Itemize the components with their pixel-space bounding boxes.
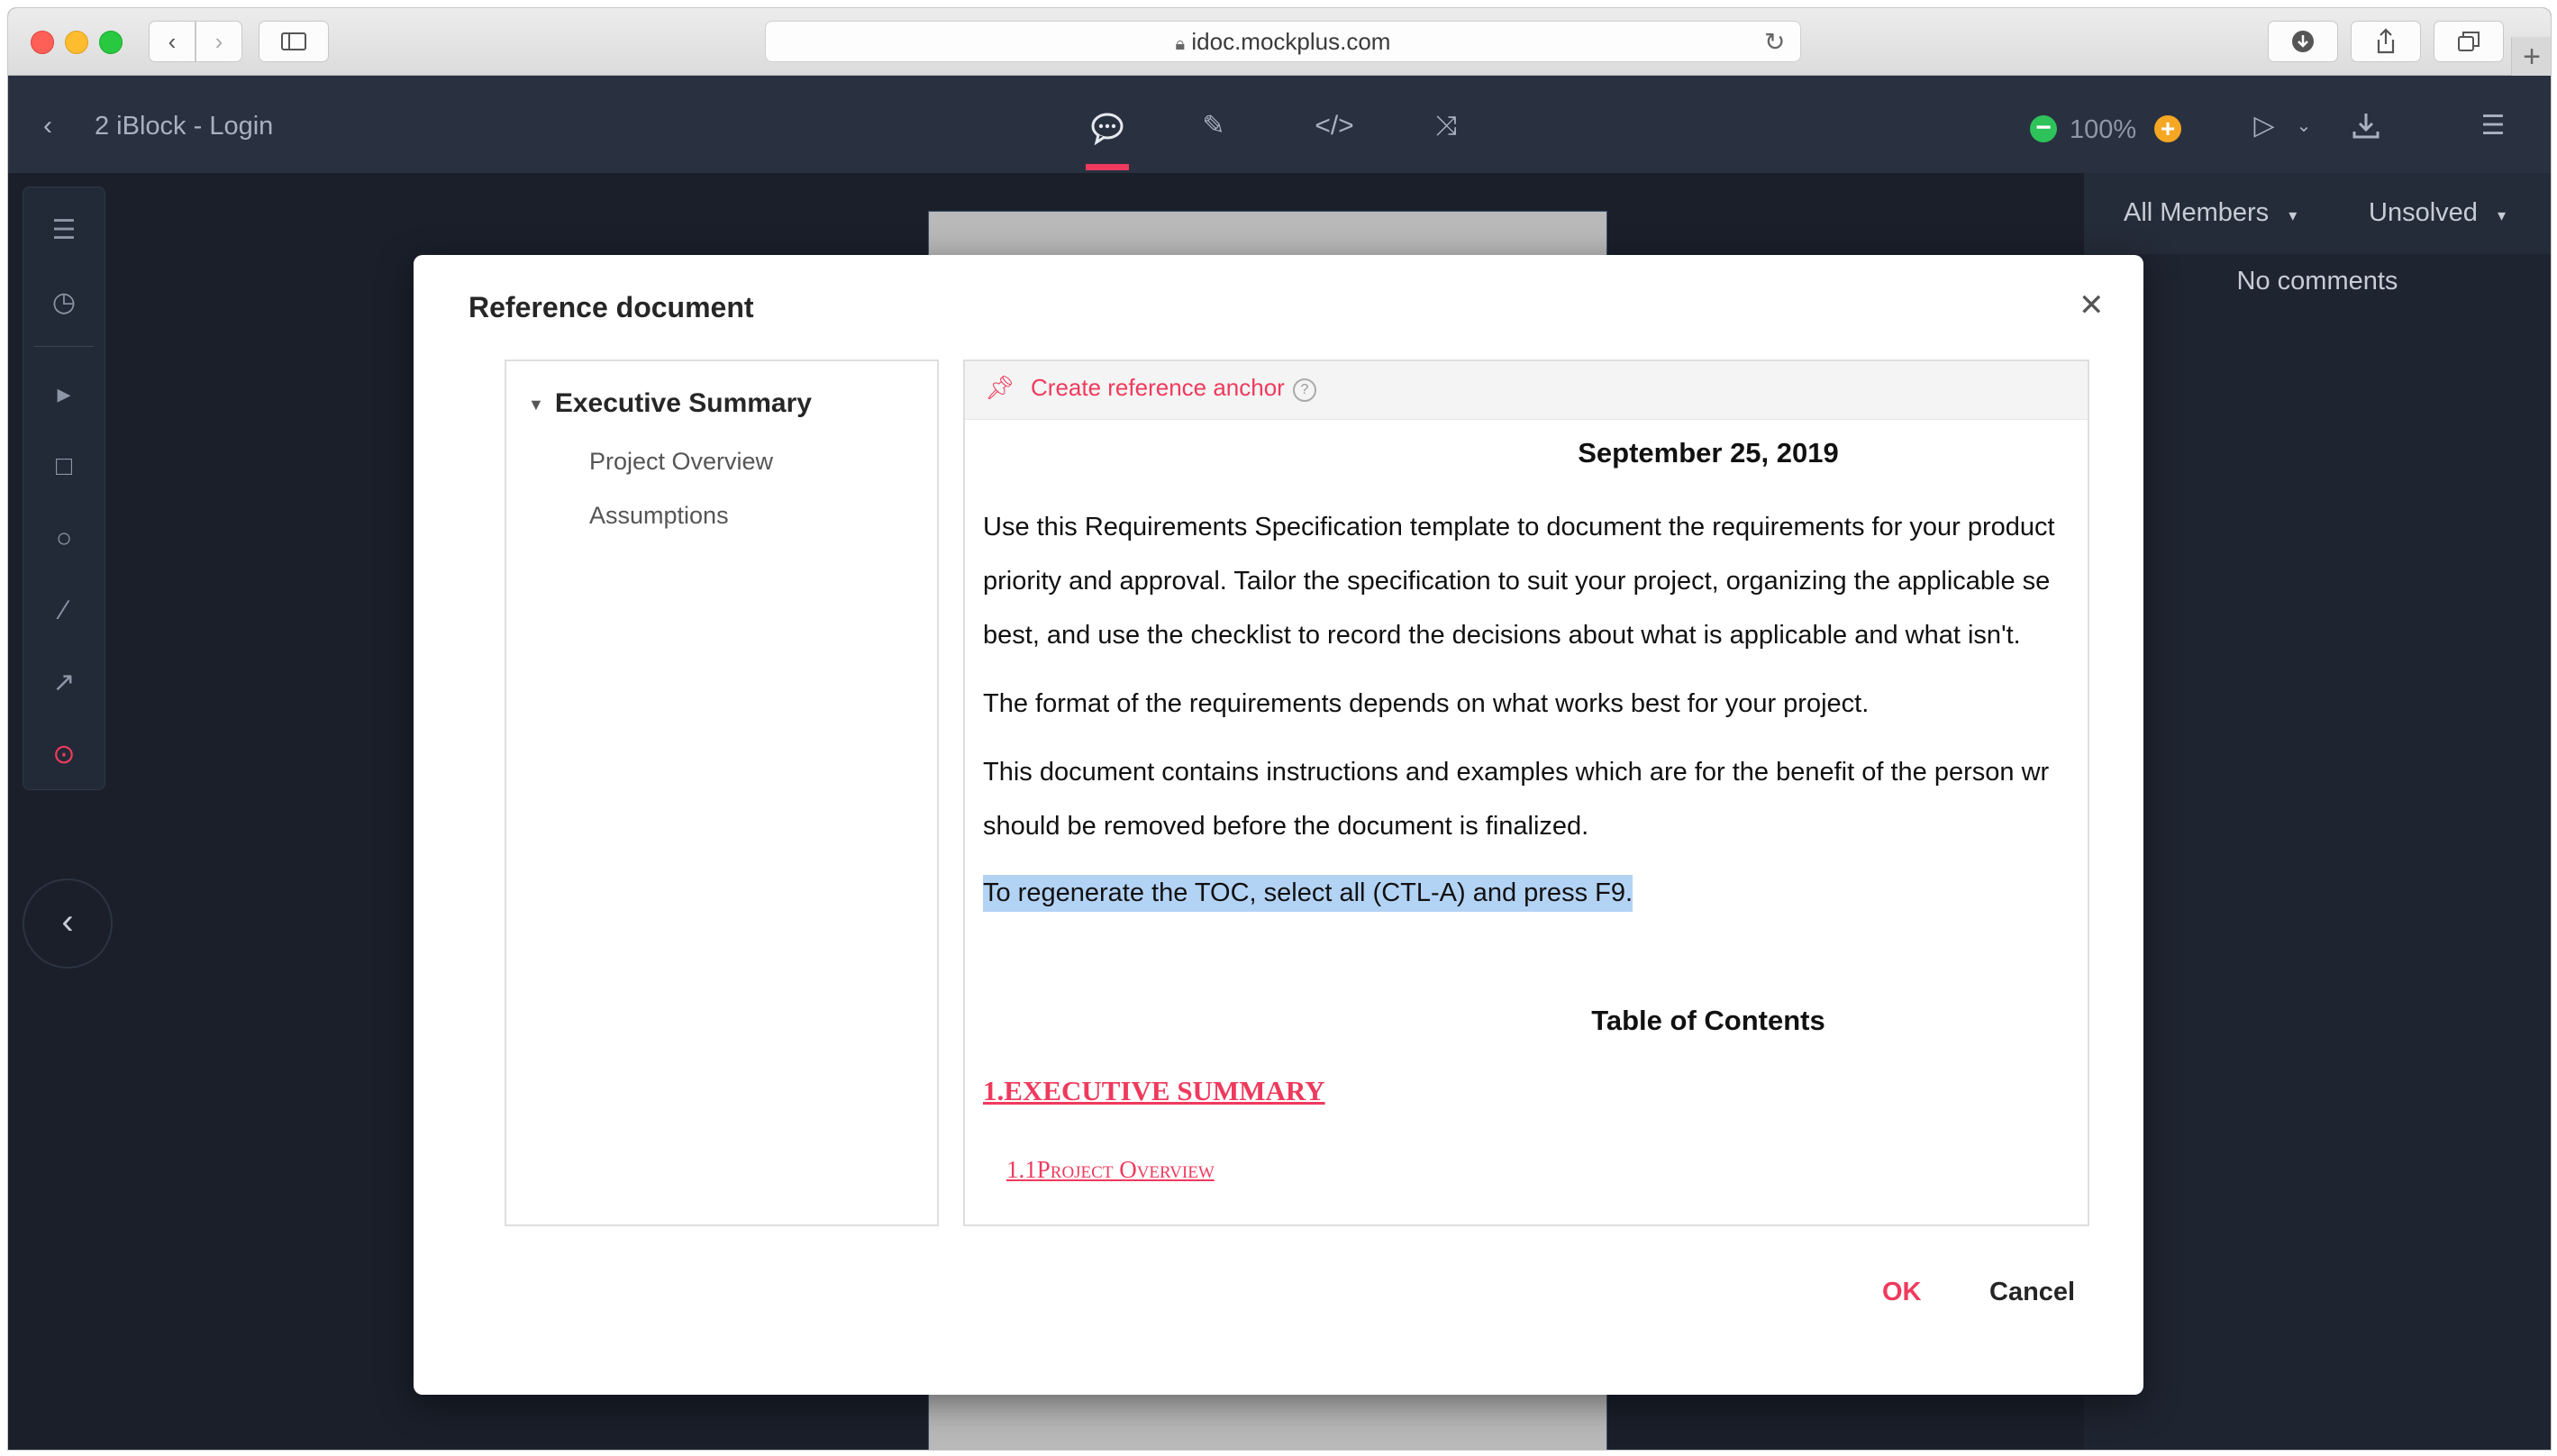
zoom-level: 100% (2070, 115, 2137, 144)
zoom-in-button[interactable]: + (2154, 115, 2181, 142)
outline-item-assumptions[interactable]: Assumptions (589, 502, 729, 530)
forward-button[interactable]: › (196, 21, 242, 62)
close-dialog-button[interactable]: ✕ (2079, 287, 2105, 323)
chevron-left-icon: ‹ (168, 27, 177, 55)
document-outline: ▼ Executive Summary Project Overview Assu… (505, 359, 939, 1226)
cancel-button[interactable]: Cancel (1989, 1278, 2075, 1307)
toc-item-executive-summary[interactable]: 1.EXECUTIVE SUMMARY (983, 1075, 1325, 1107)
code-icon: </> (1315, 111, 1354, 141)
url-text: idoc.mockplus.com (1191, 28, 1391, 55)
pencil-icon: ✎ (1202, 111, 1225, 141)
download-icon (2292, 31, 2314, 52)
doc-paragraph-line: Use this Requirements Specification temp… (983, 513, 2055, 541)
tab-comments[interactable] (1082, 103, 1133, 153)
highlighted-selection: To regenerate the TOC, select all (CTL-A… (983, 875, 1633, 912)
outline-item-label: Executive Summary (554, 388, 812, 418)
play-options-dropdown[interactable]: ⌄ (2288, 110, 2320, 142)
chevron-right-icon: › (214, 27, 223, 55)
outline-item-project-overview[interactable]: Project Overview (589, 448, 773, 476)
browser-toolbar: ‹ › 🔒︎ idoc.mockplus.com ↻ + (8, 8, 2551, 77)
tab-code[interactable]: </> (1307, 110, 1361, 142)
tabs-icon (2458, 32, 2480, 51)
reload-icon[interactable]: ↻ (1764, 27, 1785, 57)
back-icon[interactable]: ‹ (32, 110, 64, 142)
sidebar-toggle-button[interactable] (259, 21, 329, 62)
lock-icon: 🔒︎ (1175, 34, 1186, 54)
project-title: 2 iBlock - Login (95, 112, 274, 141)
ok-button[interactable]: OK (1882, 1278, 1922, 1307)
comment-icon (1091, 113, 1124, 146)
minimize-window-button[interactable] (65, 31, 88, 54)
outline-item-executive-summary[interactable]: ▼ Executive Summary (528, 388, 812, 419)
download-button[interactable] (2351, 110, 2381, 145)
share-icon (2377, 28, 2395, 54)
play-icon: ▷ (2253, 111, 2275, 141)
reference-document-dialog: Reference document ✕ ▼ Executive Summary … (414, 255, 2143, 1395)
downloads-button[interactable] (2268, 21, 2338, 62)
toc-title: Table of Contents (1591, 1005, 1825, 1036)
app-header: ‹ 2 iBlock - Login ✎ </> ⤨ − 100% + ▷ ⌄ … (8, 76, 2551, 173)
shuffle-icon: ⤨ (1435, 111, 1457, 141)
back-button[interactable]: ‹ (149, 21, 196, 62)
tabs-overview-button[interactable] (2434, 21, 2504, 62)
close-window-button[interactable] (31, 31, 54, 54)
help-icon[interactable]: ? (1293, 378, 1316, 402)
create-anchor-label: Create reference anchor (1031, 374, 1285, 401)
menu-button[interactable]: ☰ (2477, 110, 2509, 142)
dialog-title: Reference document (469, 291, 754, 323)
download-icon (2352, 114, 2380, 139)
new-tab-button[interactable]: + (2511, 37, 2551, 77)
doc-paragraph-line: The format of the requirements depends o… (983, 689, 1870, 718)
tab-edit[interactable]: ✎ (1197, 110, 1230, 142)
close-icon: ✕ (2079, 288, 2105, 323)
doc-paragraph-line: should be removed before the document is… (983, 812, 1589, 841)
toc-item-project-overview[interactable]: 1.1Project Overview (1006, 1156, 1215, 1184)
active-tab-indicator (1086, 164, 1129, 170)
hamburger-icon: ☰ (2480, 111, 2506, 141)
document-preview-toolbar: 📌︎ Create reference anchor ? (965, 361, 2088, 420)
doc-paragraph-line: priority and approval. Tailor the specif… (983, 567, 2051, 596)
caret-down-icon: ▼ (528, 395, 544, 414)
doc-paragraph-line: best, and use the checklist to record th… (983, 621, 2021, 650)
play-button[interactable]: ▷ (2248, 110, 2280, 142)
zoom-out-button[interactable]: − (2030, 114, 2057, 142)
pin-icon: 📌︎ (985, 374, 1015, 401)
document-content[interactable]: September 25, 2019 Use this Requirements… (965, 419, 2088, 1224)
document-date: September 25, 2019 (1578, 437, 1839, 469)
tab-flow[interactable]: ⤨ (1424, 110, 1468, 142)
share-button[interactable] (2351, 21, 2421, 62)
chevron-down-icon: ⌄ (2296, 116, 2312, 136)
address-bar[interactable]: 🔒︎ idoc.mockplus.com ↻ (765, 21, 1801, 62)
document-preview: 📌︎ Create reference anchor ? September 25… (963, 359, 2089, 1226)
zoom-window-button[interactable] (99, 31, 123, 54)
create-anchor-button[interactable]: 📌︎ Create reference anchor (985, 374, 1285, 402)
doc-paragraph-line: This document contains instructions and … (983, 758, 2050, 787)
sidebar-icon (281, 32, 306, 50)
